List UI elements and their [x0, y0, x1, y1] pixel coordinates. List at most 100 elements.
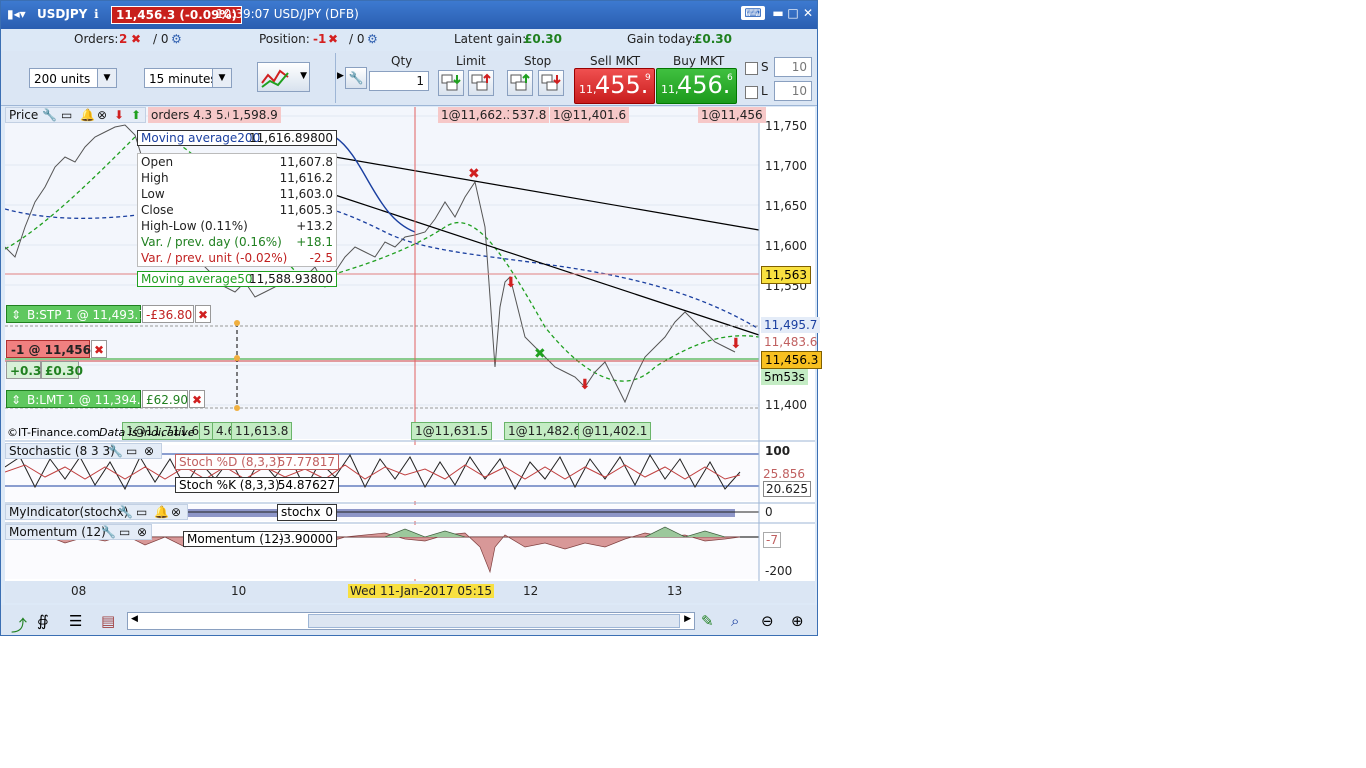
title-bar[interactable]: ▮◂▾ USDJPY ℹ 11,456.3 (-0.09%) 10:39:07 … — [1, 1, 817, 29]
position-value[interactable]: -1 — [313, 32, 326, 46]
close-position-icon[interactable]: ✖ — [91, 340, 107, 358]
window-icon[interactable]: ▭ — [119, 525, 130, 539]
myind-panel-header[interactable]: MyIndicator(stochx) 🔧 ▭ 🔔 ⊗ — [5, 504, 188, 520]
stop-buy-button[interactable] — [507, 70, 533, 96]
horizontal-scrollbar[interactable]: ◀ ▶ — [127, 612, 695, 630]
sell-arrow-icon[interactable]: ⬇ — [114, 108, 124, 122]
units-select[interactable]: 200 units ▼ — [29, 68, 117, 88]
sell-mkt-button[interactable]: 11, 455. 9 — [574, 68, 655, 104]
close-position-icon[interactable]: ✖ — [328, 32, 338, 46]
zoom-in-icon[interactable]: ⊕ — [791, 612, 809, 630]
ohlc-key: High — [141, 171, 169, 185]
wrench-icon[interactable]: 🔧 — [108, 444, 123, 458]
qty-input[interactable]: 1 — [369, 71, 429, 91]
window-icon[interactable]: ▭ — [61, 108, 72, 122]
trade-tag: 1@11,482.6 — [504, 422, 586, 440]
scroll-thumb[interactable] — [308, 614, 680, 628]
stoch-panel-title: Stochastic (8 3 3) — [9, 444, 115, 458]
drag-handle-icon[interactable]: ⇕ — [11, 391, 21, 409]
chart-area[interactable]: ✖ ✖ ⬇ ⬇ ⬇ Price 🔧 ▭ 🔔 ⊗ ⬇ ⬆ orders 4.3 5… — [5, 107, 823, 581]
cancel-limit-icon[interactable]: ✖ — [189, 390, 205, 408]
price-panel-header[interactable]: Price 🔧 ▭ 🔔 ⊗ ⬇ ⬆ — [5, 107, 146, 123]
ohlc-row: Low 11,603.0 — [141, 186, 333, 202]
ohlc-key: High-Low (0.11%) — [141, 219, 248, 233]
trade-tag: 1@11,401.6 — [550, 107, 630, 123]
order-handle[interactable] — [234, 355, 240, 361]
maximize-icon[interactable]: □ — [786, 6, 800, 20]
buy-arrow-icon[interactable]: ⬆ — [131, 108, 141, 122]
limit-sell-button[interactable] — [468, 70, 494, 96]
wrench-icon[interactable]: 🔧 — [345, 67, 367, 89]
ma50-label: Moving average50 — [141, 272, 253, 286]
stoch-k-value: 54.87627 — [277, 478, 335, 492]
orders-settings-icon[interactable]: ⚙ — [171, 32, 182, 46]
order-handle[interactable] — [234, 320, 240, 326]
minimize-icon[interactable]: ▬ — [771, 6, 785, 20]
stop-sell-icon — [541, 74, 561, 91]
window-icon[interactable]: ▭ — [126, 444, 137, 458]
last-price-tag: 11,456.3 — [761, 351, 823, 369]
zoom-fit-icon[interactable]: ⌕ — [731, 612, 749, 630]
limit-buy-icon — [441, 74, 461, 91]
orders-value[interactable]: 2 — [119, 32, 127, 46]
scroll-left-icon[interactable]: ◀ — [131, 614, 138, 624]
symbol-name[interactable]: USDJPY — [37, 7, 87, 21]
window-menu-icon[interactable]: ▮◂▾ — [7, 7, 26, 21]
close-panel-icon[interactable]: ⊗ — [144, 444, 154, 458]
stop-checkbox[interactable] — [745, 62, 758, 75]
latent-gain-label: Latent gain: — [454, 32, 527, 46]
stoch-panel-header[interactable]: Stochastic (8 3 3) 🔧 ▭ ⊗ — [5, 443, 162, 459]
indicators-icon[interactable]: ∯ — [37, 612, 55, 630]
wrench-icon[interactable]: 🔧 — [101, 525, 116, 539]
cancel-stop-icon[interactable]: ✖ — [195, 305, 211, 323]
stop-order-tag[interactable]: ⇕ B:STP 1 @ 11,493.7 — [6, 305, 146, 324]
keyboard-icon[interactable]: ⌨ — [741, 6, 765, 20]
ohlc-value: +18.1 — [296, 235, 333, 249]
close-icon[interactable]: ✕ — [801, 6, 815, 20]
position-tag[interactable]: -1 @ 11,456.9 — [6, 340, 104, 358]
x-axis[interactable]: 08 10 12 13 Wed 11-Jan-2017 05:15 — [5, 581, 815, 603]
momentum-panel-title: Momentum (12) — [9, 525, 106, 539]
order-handle[interactable] — [234, 405, 240, 411]
qty-label: Qty — [391, 54, 413, 68]
timeframe-select[interactable]: 15 minutes ▼ — [144, 68, 232, 88]
stop-order-pl: -£36.80 — [142, 305, 194, 323]
wrench-icon[interactable]: 🔧 — [42, 108, 57, 122]
position-gain: £0.30 — [41, 361, 83, 379]
sell-price-main: 455. — [595, 71, 649, 99]
limit-buy-button[interactable] — [438, 70, 464, 96]
close-panel-icon[interactable]: ⊗ — [171, 505, 181, 519]
chevron-down-icon: ▼ — [300, 71, 307, 81]
window-icon[interactable]: ▭ — [136, 505, 147, 519]
bell-icon[interactable]: 🔔 — [154, 505, 169, 519]
trade-tag: orders 4.3 5.0 — [148, 107, 239, 123]
drag-handle-icon[interactable]: ⇕ — [11, 306, 21, 324]
momentum-panel-header[interactable]: Momentum (12) 🔧 ▭ ⊗ — [5, 524, 152, 540]
stop-sell-button[interactable] — [538, 70, 564, 96]
y-tick: 11,700 — [765, 159, 807, 173]
wrench-icon[interactable]: 🔧 — [118, 505, 133, 519]
expand-arrow-icon[interactable]: ▶ — [337, 71, 344, 81]
buy-mkt-button[interactable]: 11, 456. 6 — [656, 68, 737, 104]
cancel-orders-icon[interactable]: ✖ — [131, 32, 141, 46]
sell-price-prefix: 11, — [579, 83, 597, 96]
sell-price-sup: 9 — [645, 73, 651, 83]
close-panel-icon[interactable]: ⊗ — [137, 525, 147, 539]
limit-order-tag[interactable]: ⇕ B:LMT 1 @ 11,394.0 — [6, 390, 148, 409]
stop-level-tag: 11,495.7 — [761, 317, 821, 333]
info-icon[interactable]: ℹ — [94, 7, 99, 21]
objects-icon[interactable]: ▤ — [101, 612, 119, 630]
draw-tool-icon[interactable]: ✎ — [701, 612, 719, 630]
limit-checkbox[interactable] — [745, 86, 758, 99]
scroll-right-icon[interactable]: ▶ — [684, 614, 691, 624]
s-input[interactable]: 10 — [774, 57, 812, 77]
bell-icon[interactable]: 🔔 — [80, 108, 95, 122]
close-panel-icon[interactable]: ⊗ — [97, 108, 107, 122]
ohlc-key: Close — [141, 203, 174, 217]
share-chart-icon[interactable]: ⤴ — [11, 612, 29, 635]
l-input[interactable]: 10 — [774, 81, 812, 101]
position-settings-icon[interactable]: ⚙ — [367, 32, 378, 46]
list-icon[interactable]: ☰ — [69, 612, 87, 630]
zoom-out-icon[interactable]: ⊖ — [761, 612, 779, 630]
chart-type-button[interactable]: ▼ — [257, 62, 310, 92]
